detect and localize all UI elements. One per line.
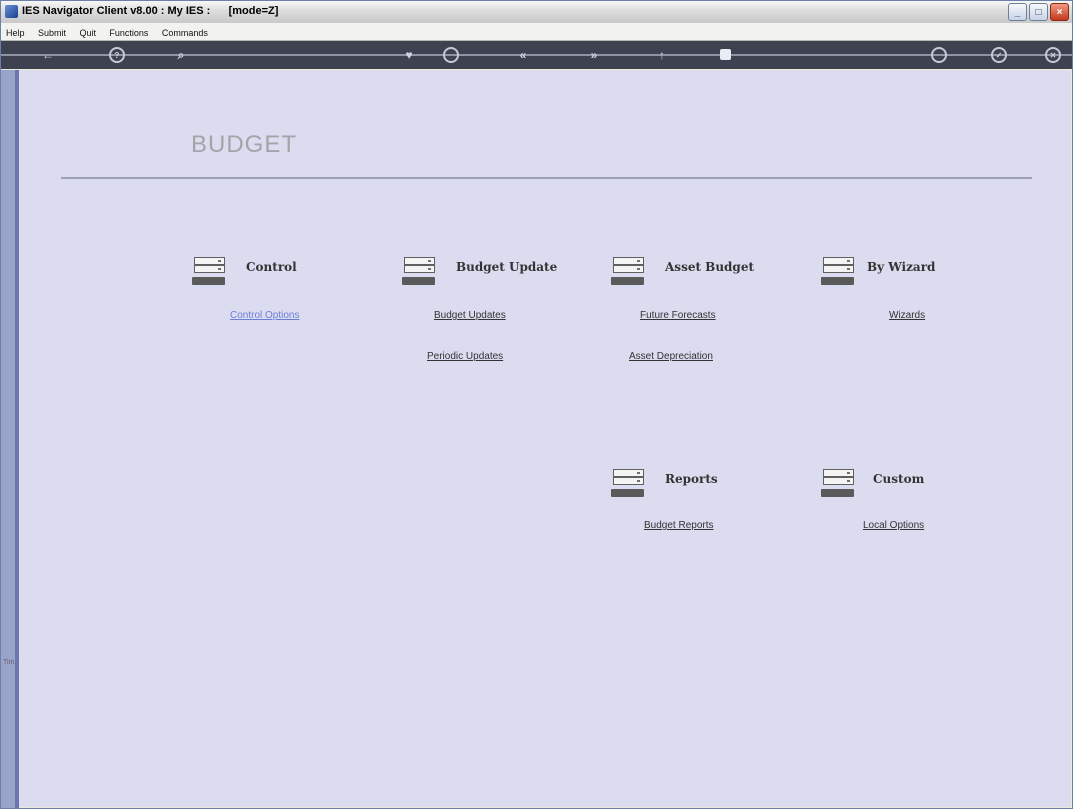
menu-bar: Help Submit Quit Functions Commands: [1, 23, 1072, 41]
menu-help[interactable]: Help: [1, 26, 29, 38]
title-bar[interactable]: IES Navigator Client v8.00 : My IES : [m…: [1, 1, 1072, 24]
menu-group-icon[interactable]: [192, 257, 225, 287]
close-icon[interactable]: ×: [1050, 3, 1069, 21]
cancel-icon[interactable]: [931, 47, 947, 63]
close-icon[interactable]: ✕: [1045, 47, 1061, 63]
group-title-by-wizard: By Wizard: [867, 260, 936, 274]
app-icon: [5, 5, 18, 18]
back-arrow-icon[interactable]: ←: [39, 46, 57, 64]
group-title-budget-update: Budget Update: [456, 260, 558, 274]
maximize-icon[interactable]: □: [1029, 3, 1048, 21]
app-window: IES Navigator Client v8.00 : My IES : [m…: [0, 0, 1073, 809]
link-budget-reports[interactable]: Budget Reports: [644, 520, 714, 531]
menu-group-icon[interactable]: [821, 469, 854, 499]
menu-group-icon[interactable]: [611, 257, 644, 287]
link-wizards[interactable]: Wizards: [889, 310, 925, 321]
stop-icon[interactable]: [720, 49, 731, 60]
link-control-options[interactable]: Control Options: [230, 310, 299, 321]
window-title: IES Navigator Client v8.00 : My IES : [m…: [22, 5, 279, 17]
toolbar: ← ? ⌕ ♥ « » ↑ ✓ ✕: [1, 41, 1072, 69]
link-periodic-updates[interactable]: Periodic Updates: [427, 351, 503, 362]
search-icon[interactable]: ⌕: [172, 46, 190, 64]
main-content: [19, 70, 1071, 807]
group-title-control: Control: [246, 260, 297, 274]
menu-quit[interactable]: Quit: [74, 26, 100, 38]
group-title-custom: Custom: [873, 472, 925, 486]
link-budget-updates[interactable]: Budget Updates: [434, 310, 506, 321]
next-icon[interactable]: »: [585, 46, 603, 64]
accept-icon[interactable]: ✓: [991, 47, 1007, 63]
menu-group-icon[interactable]: [821, 257, 854, 287]
page-title: BUDGET: [191, 131, 298, 158]
menu-submit[interactable]: Submit: [33, 26, 70, 38]
link-local-options[interactable]: Local Options: [863, 520, 924, 531]
left-sidebar: [1, 70, 19, 808]
up-icon[interactable]: ↑: [653, 46, 671, 64]
link-asset-depreciation[interactable]: Asset Depreciation: [629, 351, 713, 362]
group-title-reports: Reports: [665, 472, 718, 486]
previous-icon[interactable]: «: [514, 46, 532, 64]
menu-commands[interactable]: Commands: [157, 26, 212, 38]
refresh-icon[interactable]: [443, 47, 459, 63]
sidebar-tiny-label: Tim...: [3, 659, 21, 666]
group-title-asset-budget: Asset Budget: [665, 260, 755, 274]
minimize-icon[interactable]: _: [1008, 3, 1027, 21]
menu-group-icon[interactable]: [402, 257, 435, 287]
menu-group-icon[interactable]: [611, 469, 644, 499]
favorite-icon[interactable]: ♥: [400, 46, 418, 64]
help-icon[interactable]: ?: [109, 47, 125, 63]
menu-functions[interactable]: Functions: [104, 26, 152, 38]
link-future-forecasts[interactable]: Future Forecasts: [640, 310, 716, 321]
title-divider: [61, 177, 1032, 179]
